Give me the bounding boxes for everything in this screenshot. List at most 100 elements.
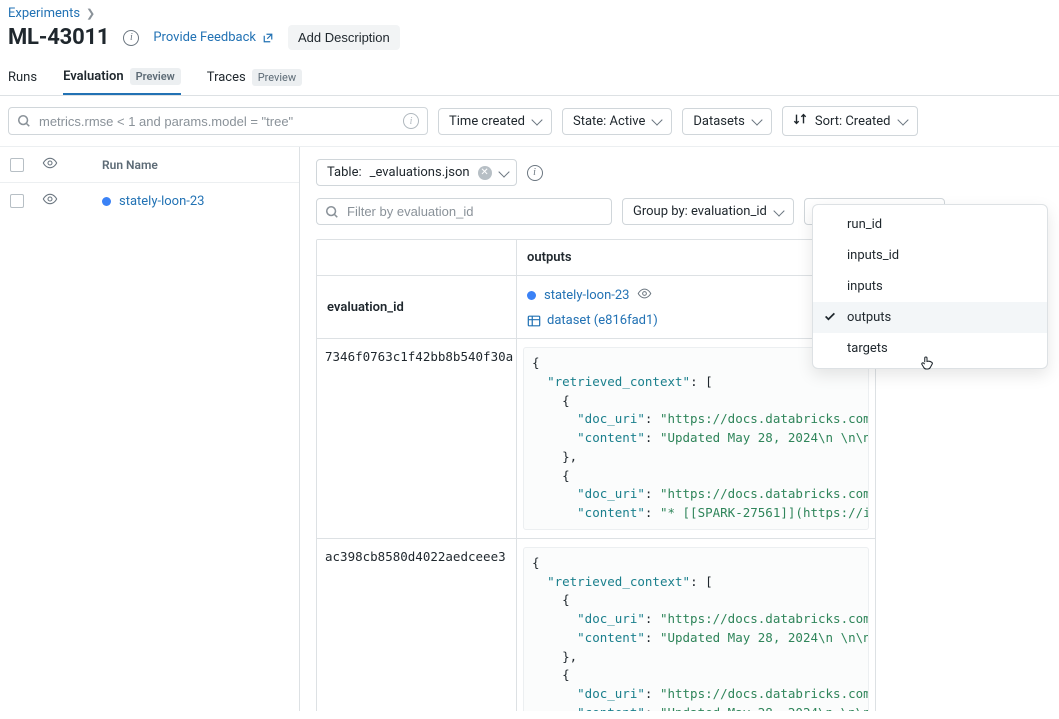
option-label: outputs bbox=[847, 310, 891, 325]
json-key: "doc_uri" bbox=[577, 411, 645, 426]
state-dropdown[interactable]: State: Active bbox=[562, 108, 672, 135]
compare-option-outputs[interactable]: outputs bbox=[813, 302, 1047, 333]
provide-feedback-label: Provide Feedback bbox=[153, 30, 256, 45]
option-label: targets bbox=[847, 341, 888, 356]
search-input[interactable] bbox=[39, 114, 395, 129]
run-checkbox[interactable] bbox=[10, 194, 24, 208]
dataset-link[interactable]: dataset (e816fad1) bbox=[547, 313, 658, 328]
sort-label: Sort: Created bbox=[815, 114, 891, 129]
json-val: "https://docs.databricks.com/a bbox=[660, 486, 869, 501]
time-created-dropdown[interactable]: Time created bbox=[438, 108, 552, 135]
json-key: "retrieved_context" bbox=[547, 374, 690, 389]
eval-filter-wrap[interactable] bbox=[316, 198, 612, 225]
json-key: "doc_uri" bbox=[577, 611, 645, 626]
eval-filter-input[interactable] bbox=[347, 204, 603, 219]
search-input-wrap[interactable]: i bbox=[8, 107, 428, 135]
run-name-header: Run Name bbox=[102, 158, 158, 172]
datasets-dropdown[interactable]: Datasets bbox=[682, 108, 772, 135]
json-val: "https://docs.databricks.com/e bbox=[660, 411, 869, 426]
json-val: "https://docs.databricks.com/s bbox=[660, 611, 869, 626]
breadcrumb-experiments[interactable]: Experiments bbox=[8, 6, 80, 21]
visibility-toggle-icon[interactable] bbox=[42, 191, 58, 211]
info-icon[interactable]: i bbox=[403, 113, 419, 129]
compare-option-inputs[interactable]: inputs bbox=[813, 271, 1047, 302]
provide-feedback-link[interactable]: Provide Feedback bbox=[153, 30, 274, 45]
select-all-checkbox[interactable] bbox=[10, 158, 24, 172]
chevron-down-icon bbox=[773, 205, 784, 216]
info-icon[interactable]: i bbox=[527, 165, 543, 181]
external-link-icon bbox=[262, 32, 274, 44]
visibility-icon[interactable] bbox=[637, 286, 652, 305]
chevron-down-icon bbox=[498, 166, 509, 177]
table-selector[interactable]: Table: _evaluations.json ✕ bbox=[316, 159, 517, 186]
json-key: "retrieved_context" bbox=[547, 574, 690, 589]
col-eval-id-header: evaluation_id bbox=[317, 276, 517, 338]
run-link[interactable]: stately-loon-23 bbox=[544, 288, 629, 303]
page-title: ML-43011 bbox=[8, 25, 109, 50]
group-by-label: Group by: evaluation_id bbox=[633, 204, 767, 219]
run-link[interactable]: stately-loon-23 bbox=[119, 194, 204, 209]
option-label: run_id bbox=[847, 217, 882, 232]
add-description-button[interactable]: Add Description bbox=[288, 25, 400, 50]
sort-dropdown[interactable]: Sort: Created bbox=[782, 106, 918, 136]
datasets-label: Datasets bbox=[693, 114, 745, 129]
search-icon bbox=[17, 114, 31, 128]
table-prefix: Table: bbox=[327, 165, 362, 180]
runs-panel: Run Name stately-loon-23 bbox=[0, 147, 300, 711]
tab-evaluation-label: Evaluation bbox=[63, 69, 124, 84]
time-created-label: Time created bbox=[449, 114, 525, 129]
json-val: "Updated May 28, 2024\n \n\n[S bbox=[660, 430, 869, 445]
search-icon bbox=[325, 205, 339, 219]
titlebar: ML-43011 i Provide Feedback Add Descript… bbox=[0, 23, 1059, 60]
chevron-right-icon: ❯ bbox=[86, 7, 95, 20]
check-icon bbox=[823, 309, 837, 327]
tab-traces[interactable]: Traces Preview bbox=[207, 60, 302, 95]
tab-traces-label: Traces bbox=[207, 70, 246, 85]
option-label: inputs_id bbox=[847, 248, 899, 263]
tab-runs-label: Runs bbox=[8, 70, 37, 85]
json-key: "content" bbox=[577, 505, 645, 520]
json-key: "doc_uri" bbox=[577, 486, 645, 501]
chevron-down-icon bbox=[897, 114, 908, 125]
col-eval-id-blank bbox=[317, 240, 517, 275]
compare-option-targets[interactable]: targets bbox=[813, 333, 1047, 364]
tab-runs[interactable]: Runs bbox=[8, 60, 37, 95]
table-icon bbox=[527, 314, 541, 328]
chevron-down-icon bbox=[751, 114, 762, 125]
filter-toolbar: i Time created State: Active Datasets So… bbox=[0, 96, 1059, 147]
compare-dropdown-menu: run_id inputs_id inputs outputs targets bbox=[812, 204, 1048, 369]
table-row: ac398cb8580d4022aedceee3 { "retrieved_co… bbox=[317, 539, 875, 711]
json-val: "* [[SPARK-27561]](https://iss bbox=[660, 505, 869, 520]
table-name: _evaluations.json bbox=[370, 165, 470, 180]
json-key: "content" bbox=[577, 430, 645, 445]
json-val: "Updated May 28, 2024\n \n\n[S bbox=[660, 630, 869, 645]
json-val: "https://docs.databricks.com/e bbox=[660, 686, 869, 701]
group-by-dropdown[interactable]: Group by: evaluation_id bbox=[622, 198, 794, 225]
breadcrumb: Experiments ❯ bbox=[0, 0, 1059, 23]
status-dot-icon bbox=[527, 291, 536, 300]
eval-id-cell: 7346f0763c1f42bb8b540f30a bbox=[317, 339, 517, 538]
compare-option-run-id[interactable]: run_id bbox=[813, 209, 1047, 240]
run-row[interactable]: stately-loon-23 bbox=[0, 183, 299, 219]
preview-badge: Preview bbox=[252, 69, 302, 86]
status-dot-icon bbox=[102, 197, 111, 206]
outputs-cell: { "retrieved_context": [ { "doc_uri": "h… bbox=[517, 539, 875, 711]
json-key: "doc_uri" bbox=[577, 686, 645, 701]
visibility-header-icon bbox=[42, 155, 58, 174]
option-label: inputs bbox=[847, 279, 883, 294]
compare-option-inputs-id[interactable]: inputs_id bbox=[813, 240, 1047, 271]
json-key: "content" bbox=[577, 630, 645, 645]
tab-evaluation[interactable]: Evaluation Preview bbox=[63, 60, 181, 95]
clear-table-icon[interactable]: ✕ bbox=[478, 166, 492, 180]
json-val: "Updated May 28, 2024\n \n\n[S bbox=[660, 705, 869, 711]
tabs: Runs Evaluation Preview Traces Preview bbox=[0, 60, 1059, 96]
sort-icon bbox=[793, 112, 807, 130]
chevron-down-icon bbox=[652, 114, 663, 125]
chevron-down-icon bbox=[531, 114, 542, 125]
json-key: "content" bbox=[577, 705, 645, 711]
eval-id-cell: ac398cb8580d4022aedceee3 bbox=[317, 539, 517, 711]
evaluation-table: outputs evaluation_id stately-loon-23 bbox=[316, 239, 876, 711]
info-icon[interactable]: i bbox=[123, 30, 139, 46]
state-label: State: Active bbox=[573, 114, 645, 129]
table-row: 7346f0763c1f42bb8b540f30a { "retrieved_c… bbox=[317, 339, 875, 539]
